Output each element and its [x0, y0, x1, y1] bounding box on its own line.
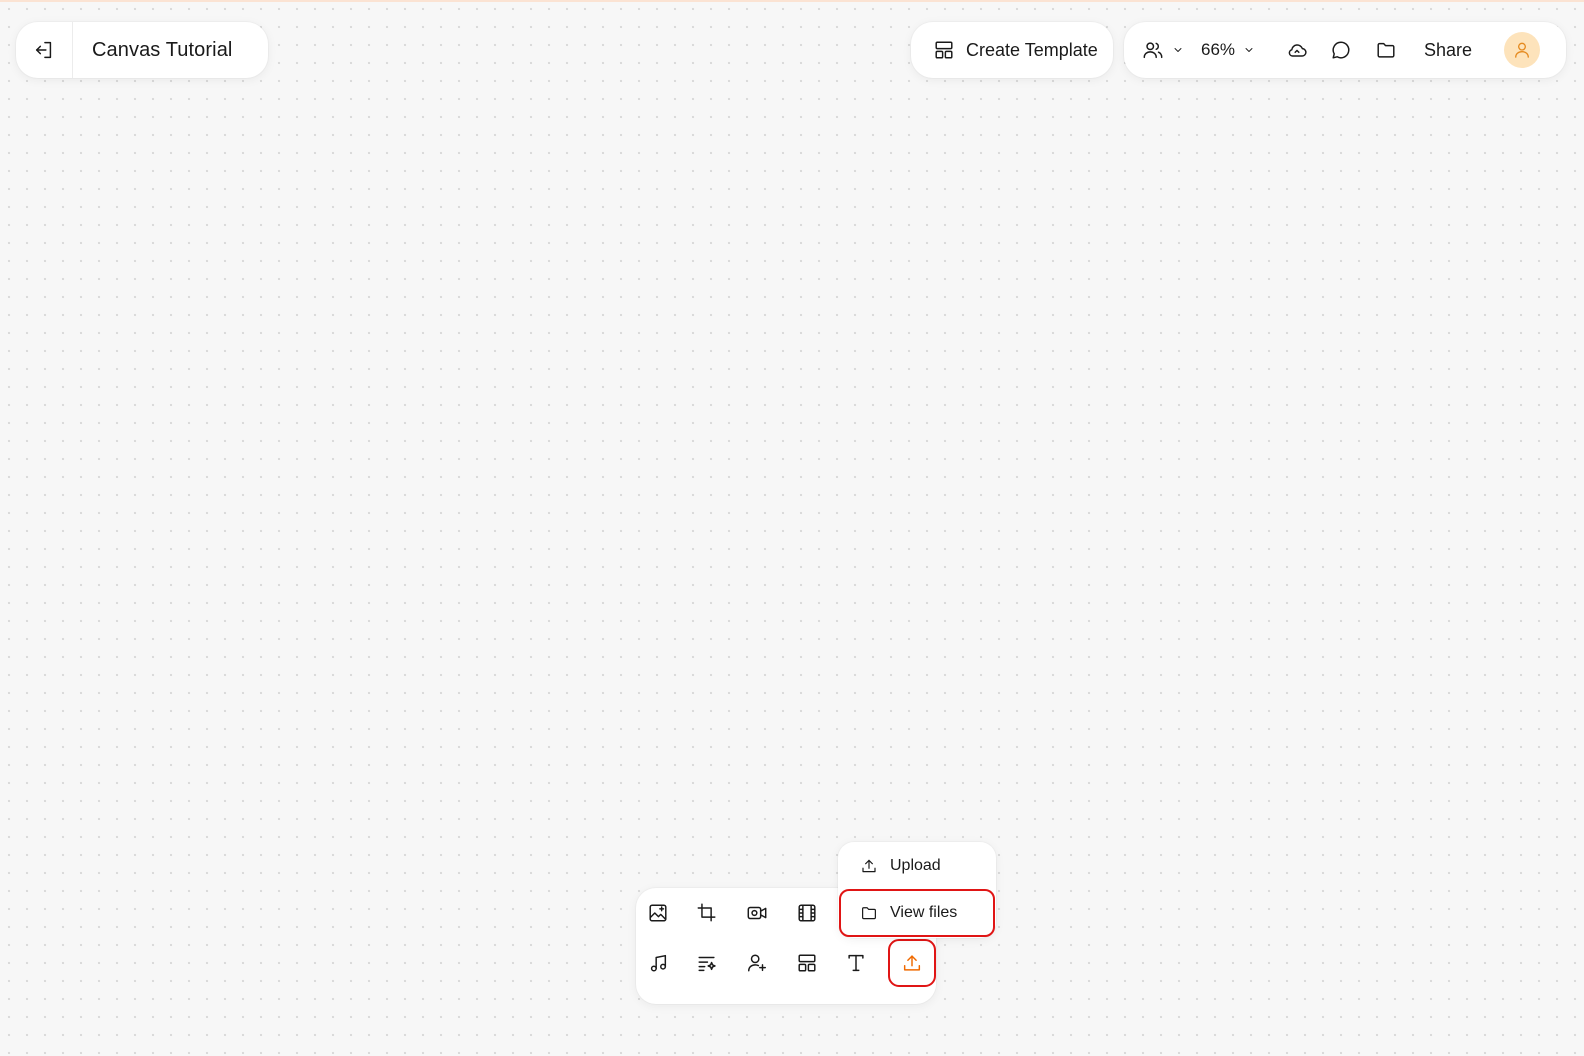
zoom-dropdown[interactable]: 66% [1201, 22, 1255, 78]
chevron-down-icon [1174, 48, 1182, 52]
page-title[interactable]: Canvas Tutorial [92, 39, 232, 62]
template-icon [935, 41, 953, 59]
create-template-label: Create Template [966, 39, 1098, 60]
top-edge [0, 0, 1584, 2]
upload-menu: Upload View files [838, 842, 996, 938]
create-template-button[interactable]: Create Template [911, 22, 1113, 78]
upload-label: Upload [890, 857, 941, 874]
upload-menu-item[interactable]: Upload [838, 845, 996, 887]
comment-button[interactable] [1330, 22, 1352, 78]
add-person-tool[interactable] [738, 944, 776, 982]
folder-icon [1377, 42, 1395, 58]
camera-tool[interactable] [738, 894, 776, 932]
image-icon [649, 904, 667, 922]
view-files-label: View files [890, 904, 958, 921]
files-button[interactable] [1375, 22, 1397, 78]
sync-button[interactable] [1286, 22, 1308, 78]
music-tool[interactable] [639, 944, 677, 982]
text-tool[interactable] [837, 944, 875, 982]
upload-icon [862, 859, 876, 873]
image-tool[interactable] [639, 894, 677, 932]
share-button[interactable]: Share [1424, 22, 1472, 78]
text-icon [848, 954, 864, 972]
view-files-menu-item[interactable]: View files [839, 889, 995, 937]
film-icon [798, 904, 816, 922]
exit-icon [35, 41, 52, 59]
title-panel: Canvas Tutorial [16, 22, 268, 78]
top-right-toolbar: 66% Share [1124, 22, 1566, 78]
title-divider [72, 22, 73, 78]
film-tool[interactable] [788, 894, 826, 932]
upload-icon [903, 955, 921, 971]
folder-icon [862, 907, 876, 920]
zoom-level: 66% [1201, 40, 1236, 59]
music-icon [650, 954, 667, 972]
cloud-icon [1288, 44, 1307, 57]
collaborators-dropdown[interactable] [1142, 22, 1184, 78]
ai-list-icon [698, 956, 716, 972]
ai-list-tool[interactable] [688, 944, 726, 982]
users-icon [1143, 42, 1163, 59]
layout-tool[interactable] [788, 944, 826, 982]
add-person-icon [748, 954, 766, 972]
share-label: Share [1424, 39, 1473, 60]
crop-icon [697, 903, 716, 922]
layout-icon [798, 954, 816, 972]
crop-tool[interactable] [688, 894, 726, 932]
camera-icon [747, 906, 767, 920]
upload-tool[interactable] [888, 939, 936, 987]
chevron-down-icon [1245, 48, 1253, 52]
exit-button[interactable] [16, 22, 72, 78]
user-icon [1515, 42, 1529, 58]
avatar[interactable] [1504, 32, 1540, 68]
comment-icon [1332, 41, 1350, 59]
